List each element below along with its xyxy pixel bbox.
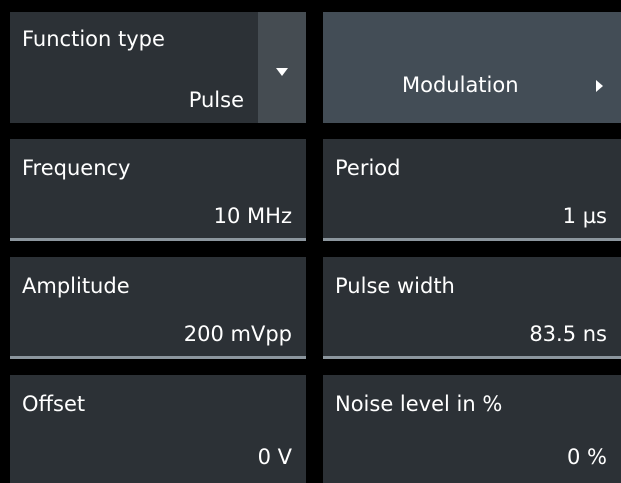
amplitude-value: 200 mVpp [183, 322, 292, 346]
triangle-right-icon [596, 80, 603, 92]
function-type-dropdown-button[interactable] [258, 12, 306, 123]
offset-label: Offset [22, 392, 86, 416]
offset-field[interactable]: Offset 0 V [10, 375, 306, 483]
modulation-button[interactable]: Modulation [323, 12, 621, 123]
noise-level-value: 0 % [567, 445, 607, 469]
noise-level-field[interactable]: Noise level in % 0 % [323, 375, 621, 483]
pulse-width-field[interactable]: Pulse width 83.5 ns [323, 257, 621, 359]
amplitude-label: Amplitude [22, 274, 130, 298]
function-type-value: Pulse [188, 88, 244, 112]
pulse-settings-panel: Function type Pulse Modulation Frequency… [0, 0, 621, 483]
period-field[interactable]: Period 1 µs [323, 139, 621, 241]
amplitude-field[interactable]: Amplitude 200 mVpp [10, 257, 306, 359]
function-type-label: Function type [22, 27, 165, 51]
period-value: 1 µs [562, 204, 607, 228]
pulse-width-label: Pulse width [335, 274, 455, 298]
frequency-value: 10 MHz [213, 204, 292, 228]
period-label: Period [335, 156, 401, 180]
function-type-field[interactable]: Function type Pulse [10, 12, 258, 123]
noise-level-label: Noise level in % [335, 392, 503, 416]
pulse-width-underline [323, 356, 621, 359]
offset-value: 0 V [257, 445, 292, 469]
amplitude-underline [10, 356, 306, 359]
frequency-label: Frequency [22, 156, 131, 180]
pulse-width-value: 83.5 ns [529, 322, 607, 346]
frequency-field[interactable]: Frequency 10 MHz [10, 139, 306, 241]
frequency-underline [10, 238, 306, 241]
modulation-label: Modulation [402, 73, 519, 97]
triangle-down-icon [276, 68, 288, 76]
period-underline [323, 238, 621, 241]
